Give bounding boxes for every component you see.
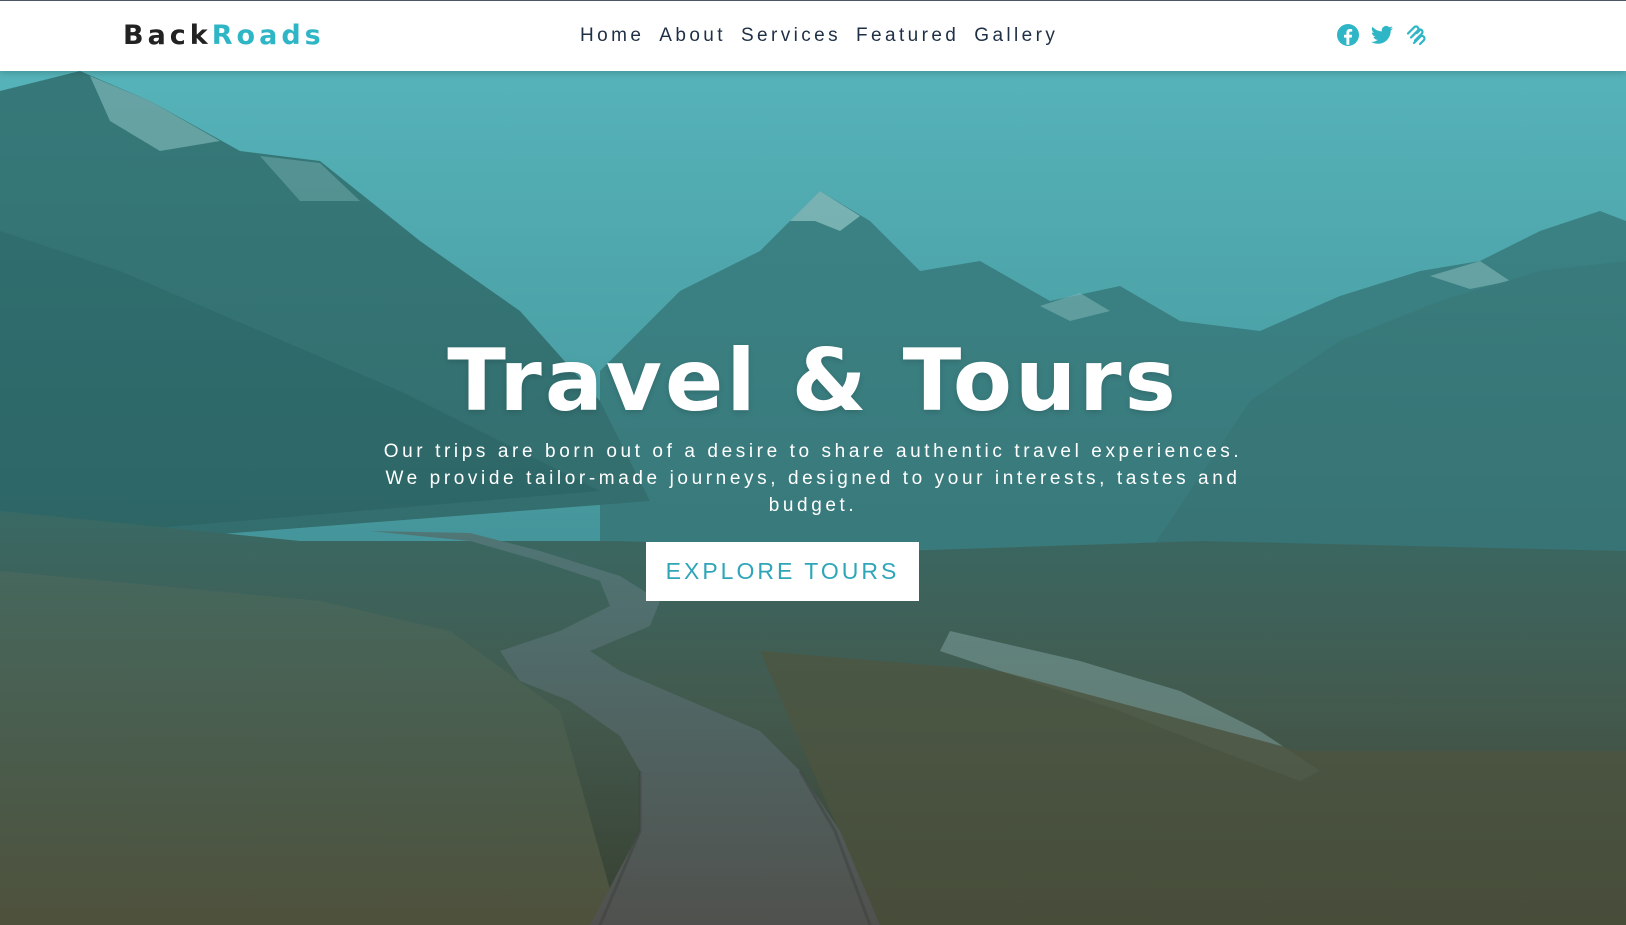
brand-logo-part2: Roads xyxy=(211,20,325,51)
explore-tours-button[interactable]: EXPLORE TOURS xyxy=(646,542,919,601)
brand-logo-part1: Back xyxy=(123,20,212,51)
hero-description: Our trips are born out of a desire to sh… xyxy=(383,441,1243,516)
nav-link-services[interactable]: Services xyxy=(741,25,841,46)
nav-link-home[interactable]: Home xyxy=(580,25,644,46)
navbar: BackRoads Home About Services Featured G… xyxy=(0,0,1626,71)
hero-section: Travel & Tours Our trips are born out of… xyxy=(0,71,1626,925)
twitter-icon[interactable] xyxy=(1370,23,1394,47)
nav-link-gallery[interactable]: Gallery xyxy=(974,25,1058,46)
squarespace-icon[interactable] xyxy=(1404,23,1428,47)
nav-link-featured[interactable]: Featured xyxy=(856,25,959,46)
social-links xyxy=(1336,23,1428,47)
nav-link-about[interactable]: About xyxy=(659,25,726,46)
brand-logo[interactable]: BackRoads xyxy=(123,19,325,53)
hero-title: Travel & Tours xyxy=(447,331,1179,431)
nav-links: Home About Services Featured Gallery xyxy=(580,23,1058,49)
facebook-icon[interactable] xyxy=(1336,23,1360,47)
